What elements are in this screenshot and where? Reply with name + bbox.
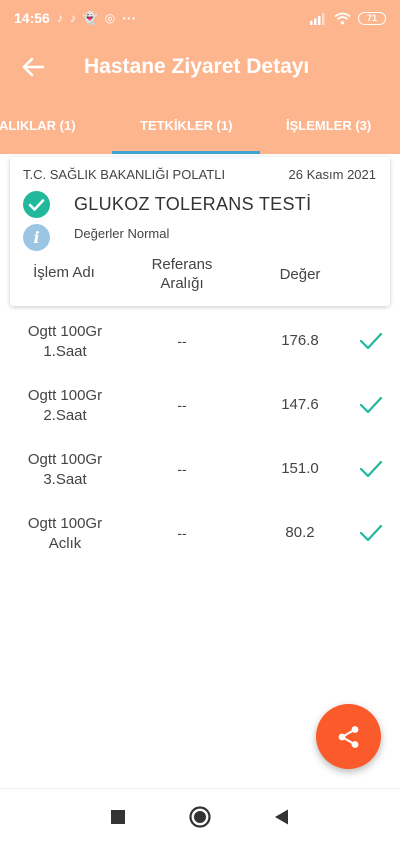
column-header-range: Referans Aralığı [140, 255, 224, 293]
snapchat-icon: 👻 [82, 11, 98, 25]
tiktok-icon: ♪ [69, 11, 76, 25]
row-value: 151.0 [281, 460, 319, 477]
status-right: 71 [309, 11, 386, 25]
share-button[interactable] [316, 704, 381, 769]
status-left: 14:56 ♪ ♪ 👻 ◎ ··· [14, 10, 136, 26]
row-name: Ogtt 100Gr 1.Saat [10, 322, 120, 362]
table-row: Ogtt 100Gr 2.Saat -- 147.6 [0, 386, 400, 450]
app-notification-icon: ◎ [104, 11, 116, 25]
institution-name: T.C. SAĞLIK BAKANLIĞI POLATLI [23, 167, 226, 182]
tab-bar: TALIKLAR (1) TETKİKLER (1) İŞLEMLER (3) [0, 98, 400, 154]
signal-icon [310, 12, 325, 25]
row-name: Ogtt 100Gr Aclık [10, 514, 120, 554]
row-name-line1: Ogtt 100Gr [27, 323, 103, 340]
tab-tetkikler[interactable]: TETKİKLER (1) [140, 118, 232, 133]
test-summary-card: T.C. SAĞLIK BAKANLIĞI POLATLI 26 Kasım 2… [10, 157, 390, 306]
result-status: Değerler Normal [74, 226, 170, 241]
battery-icon: 71 [358, 11, 386, 25]
home-button[interactable] [188, 805, 212, 829]
tab-tahliller[interactable]: TALIKLAR (1) [0, 118, 76, 133]
app-bar: Hastane Ziyaret Detayı [0, 36, 400, 98]
row-name: Ogtt 100Gr 3.Saat [10, 450, 120, 490]
table-row: Ogtt 100Gr 1.Saat -- 176.8 [0, 322, 400, 386]
tab-tetkikler-label: TETKİKLER (1) [140, 118, 233, 133]
check-circle-icon [23, 191, 50, 218]
status-time: 14:56 [14, 10, 50, 26]
page-title: Hastane Ziyaret Detayı [84, 55, 310, 78]
status-bar: 14:56 ♪ ♪ 👻 ◎ ··· 71 [0, 0, 400, 36]
row-value: 176.8 [281, 332, 319, 349]
column-header-range-line1: Referans [151, 256, 213, 273]
row-range: -- [177, 461, 187, 477]
share-icon [338, 725, 358, 748]
system-nav-bar [0, 788, 400, 844]
square-icon [111, 810, 125, 824]
check-icon [359, 524, 383, 542]
row-name-line1: Ogtt 100Gr [27, 451, 103, 468]
tab-tahliller-label: TALIKLAR (1) [0, 118, 76, 133]
table-row: Ogtt 100Gr Aclık -- 80.2 [0, 514, 400, 578]
arrow-left-icon [22, 57, 44, 77]
recents-button[interactable] [108, 807, 128, 827]
active-tab-indicator [112, 151, 260, 154]
row-name-line1: Ogtt 100Gr [27, 515, 103, 532]
row-name-line1: Ogtt 100Gr [27, 387, 103, 404]
column-header-value: Değer [279, 266, 321, 283]
triangle-left-icon [275, 809, 288, 825]
row-name: Ogtt 100Gr 2.Saat [10, 386, 120, 426]
wifi-icon [334, 12, 351, 24]
row-name-line2: 3.Saat [43, 471, 87, 488]
row-value: 80.2 [285, 524, 315, 541]
circle-icon [189, 806, 211, 828]
info-icon: i [23, 224, 50, 251]
status-more: ··· [122, 10, 137, 26]
column-header-range-line2: Aralığı [160, 275, 204, 292]
tab-islemler-label: İŞLEMLER (3) [286, 118, 372, 133]
row-name-line2: 1.Saat [43, 343, 87, 360]
tiktok-icon: ♪ [56, 11, 63, 25]
tab-islemler[interactable]: İŞLEMLER (3) [286, 118, 371, 133]
row-value: 147.6 [281, 396, 319, 413]
row-name-line2: 2.Saat [43, 407, 87, 424]
table-row: Ogtt 100Gr 3.Saat -- 151.0 [0, 450, 400, 514]
row-range: -- [177, 525, 187, 541]
column-header-name: İşlem Adı [33, 264, 95, 281]
check-icon [359, 460, 383, 478]
test-name: GLUKOZ TOLERANS TESTİ [74, 194, 312, 214]
row-range: -- [177, 397, 187, 413]
visit-date: 26 Kasım 2021 [288, 167, 376, 182]
check-icon [359, 332, 383, 350]
row-range: -- [177, 333, 187, 349]
row-name-line2: Aclık [48, 535, 82, 552]
check-icon [359, 396, 383, 414]
back-nav-button[interactable] [272, 807, 292, 827]
back-button[interactable] [20, 54, 46, 80]
